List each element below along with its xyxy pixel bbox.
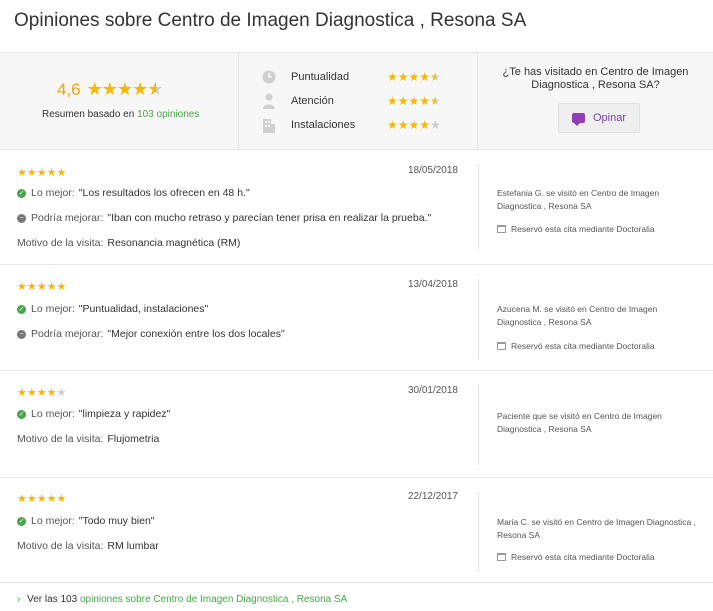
opinions-count-link[interactable]: 103 opiniones	[137, 109, 199, 120]
criterion-stars: ★★★★★	[387, 118, 441, 132]
review-date: 18/05/2018	[407, 165, 458, 176]
see-all-opinions-link[interactable]: opiniones sobre Centro de Imagen Diagnos…	[80, 594, 347, 605]
rating-summary: 4,6 ★★★★★ Resumen basado en 103 opinione…	[0, 52, 713, 150]
minus-icon: −	[17, 329, 26, 339]
check-icon: ✓	[17, 304, 26, 314]
calendar-icon	[497, 225, 506, 233]
write-review-panel: ¿Te has visitado en Centro de Imagen Dia…	[478, 53, 713, 149]
review-stars: ★★★★★	[17, 387, 67, 399]
review-stars: ★★★★★	[17, 493, 67, 505]
calendar-icon	[497, 553, 506, 561]
review-date: 13/04/2018	[407, 279, 458, 290]
divider	[478, 164, 479, 250]
star-icon: ★	[101, 79, 118, 99]
review-best: ✓ Lo mejor: "Puntualidad, instalaciones"	[17, 303, 209, 315]
review-best: ✓ Lo mejor: "Los resultados los ofrecen …	[17, 187, 250, 199]
check-icon: ✓	[17, 409, 26, 419]
star-icon: ★	[86, 79, 103, 99]
see-all-opinions: › Ver las 103 opiniones sobre Centro de …	[17, 594, 348, 605]
average-rating: 4,6 ★★★★★	[57, 79, 164, 100]
review-reason: Motivo de la visita: RM lumbar	[17, 540, 159, 552]
opinar-button[interactable]: Opinar	[558, 103, 640, 133]
divider	[478, 279, 479, 359]
review-reason: Motivo de la visita: Flujometria	[17, 433, 160, 445]
booked-via: Reservó esta cita mediante Doctoralia	[497, 552, 655, 562]
review-author: Estefania G. se visitó en Centro de Imag…	[497, 188, 660, 211]
review-best: ✓ Lo mejor: "Todo muy bien"	[17, 515, 155, 527]
person-icon	[261, 93, 277, 109]
review-author: Maria C. se visitó en Centro de Imagen D…	[497, 517, 696, 540]
review-improve: − Podría mejorar: "Mejor conexión entre …	[17, 328, 285, 340]
page-title: Opiniones sobre Centro de Imagen Diagnos…	[14, 10, 527, 31]
criteria-panel: Puntualidad ★★★★★ Atención ★★★★★ Instala…	[239, 53, 478, 149]
check-icon: ✓	[17, 188, 26, 198]
criterion-stars: ★★★★★	[387, 70, 441, 84]
divider	[478, 492, 479, 572]
minus-icon: −	[17, 213, 26, 223]
star-icon: ★	[132, 79, 148, 99]
review-author: Paciente que se visitó en Centro de Imag…	[497, 411, 662, 434]
review-author: Azucena M. se visitó en Centro de Imagen…	[497, 304, 658, 327]
based-on-text: Resumen basado en 103 opiniones	[42, 109, 200, 120]
review-stars: ★★★★★	[17, 167, 67, 179]
booked-via: Reservó esta cita mediante Doctoralia	[497, 341, 655, 351]
speech-bubble-icon	[571, 113, 585, 126]
clock-icon	[261, 69, 277, 85]
criterion-puntualidad: Puntualidad ★★★★★	[261, 69, 441, 85]
calendar-icon	[497, 342, 506, 350]
review-stars: ★★★★★	[17, 281, 67, 293]
divider	[478, 385, 479, 465]
visit-question: ¿Te has visitado en Centro de Imagen Dia…	[502, 66, 689, 91]
chevron-right-icon: ›	[17, 594, 21, 605]
review-best: ✓ Lo mejor: "limpieza y rapidez"	[17, 408, 171, 420]
review-item: ★★★★★ 13/04/2018 ✓ Lo mejor: "Puntualida…	[0, 265, 713, 371]
average-value: 4,6	[57, 79, 81, 99]
booked-via: Reservó esta cita mediante Doctoralia	[497, 224, 655, 234]
review-date: 30/01/2018	[407, 385, 458, 396]
reviews-widget: Opiniones sobre Centro de Imagen Diagnos…	[0, 0, 713, 611]
criterion-atencion: Atención ★★★★★	[261, 93, 441, 109]
criterion-stars: ★★★★★	[387, 94, 441, 108]
check-icon: ✓	[17, 516, 26, 526]
review-reason: Motivo de la visita: Resonancia magnétic…	[17, 237, 241, 249]
average-rating-panel: 4,6 ★★★★★ Resumen basado en 103 opinione…	[0, 53, 239, 149]
review-item: ★★★★★ 30/01/2018 ✓ Lo mejor: "limpieza y…	[0, 371, 713, 478]
average-stars: ★★★★★	[86, 79, 164, 100]
review-date: 22/12/2017	[407, 491, 458, 502]
review-item: ★★★★★ 18/05/2018 ✓ Lo mejor: "Los result…	[0, 150, 713, 265]
review-item: ★★★★★ 22/12/2017 ✓ Lo mejor: "Todo muy b…	[0, 478, 713, 583]
criterion-instalaciones: Instalaciones ★★★★★	[261, 117, 441, 133]
review-improve: − Podría mejorar: "Iban con mucho retras…	[17, 212, 431, 224]
star-icon: ★	[116, 79, 133, 99]
building-icon	[261, 117, 277, 133]
star-half-icon: ★	[147, 79, 163, 99]
